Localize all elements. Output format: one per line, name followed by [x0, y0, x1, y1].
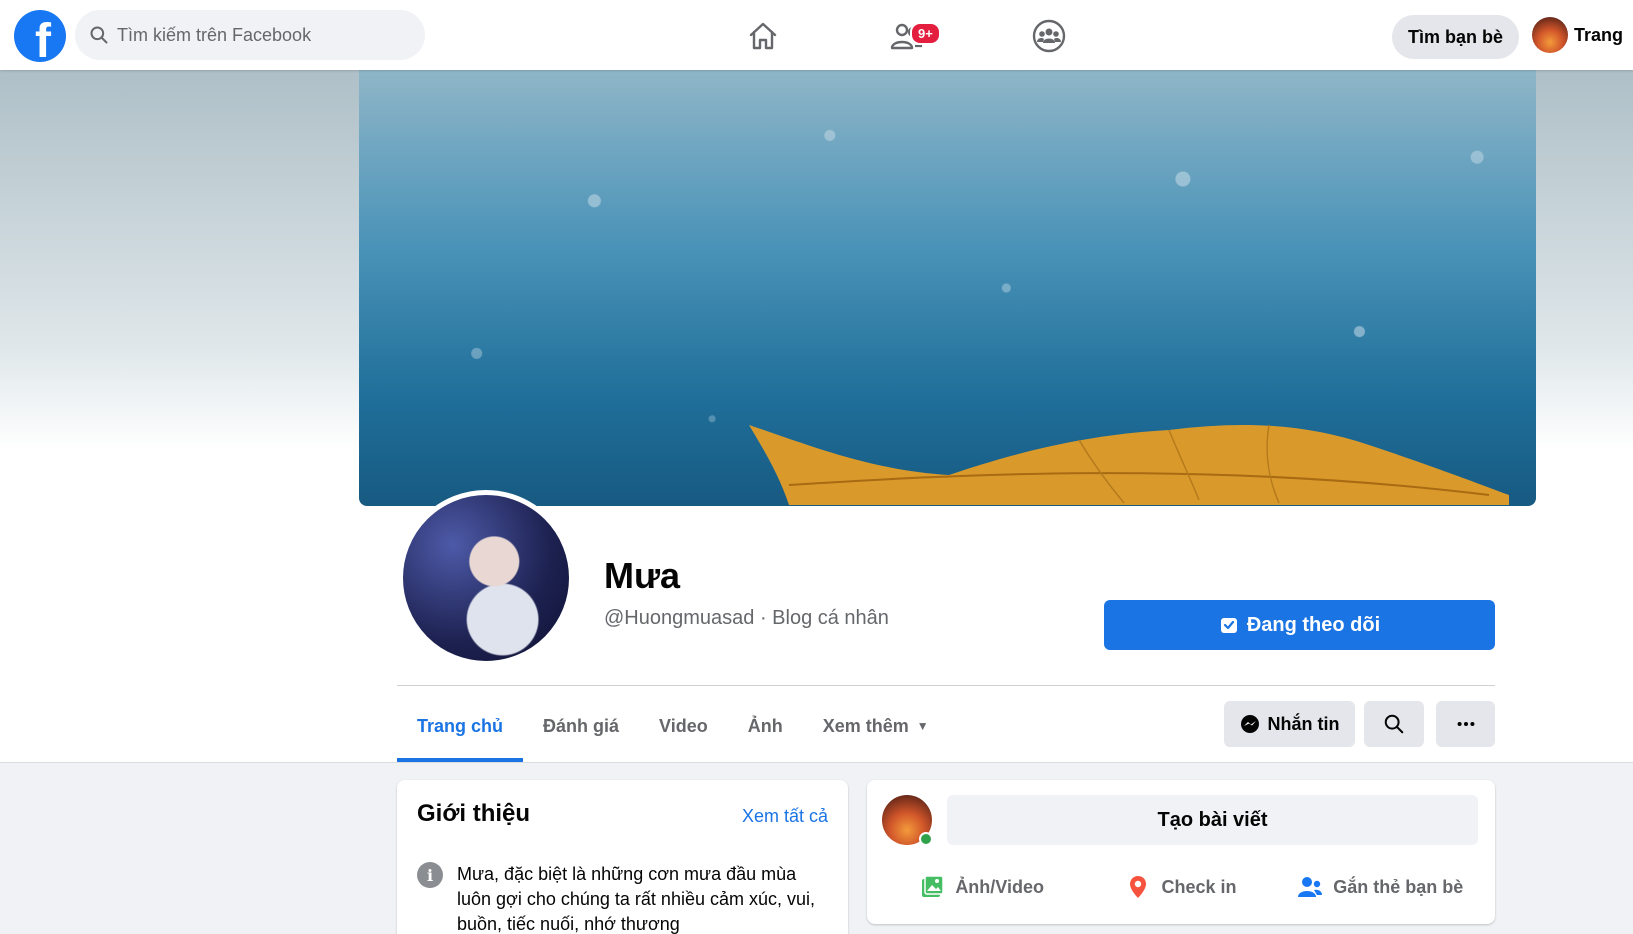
more-dots-icon: [1457, 721, 1474, 727]
user-name: Trang: [1574, 24, 1624, 45]
tab-reviews[interactable]: Đánh giá: [523, 690, 639, 762]
search-icon: [90, 26, 108, 44]
post-composer-card: Tạo bài viết Ảnh/Video Check in Gắn thẻ …: [867, 780, 1495, 924]
profile-tabs: Trang chủ Đánh giá Video Ảnh Xem thêm ▼: [397, 690, 949, 762]
user-profile-chip[interactable]: Trang: [1532, 17, 1623, 53]
tab-video[interactable]: Video: [639, 690, 728, 762]
info-icon: i: [417, 862, 443, 888]
tag-friends-button[interactable]: Gắn thẻ bạn bè: [1281, 862, 1480, 912]
message-button[interactable]: Nhắn tin: [1224, 701, 1355, 747]
photo-video-button[interactable]: Ảnh/Video: [882, 862, 1081, 912]
intro-description: Mưa, đặc biệt là những cơn mưa đầu mùa l…: [457, 864, 816, 934]
header-bottom-border: [0, 762, 1633, 763]
tab-photos[interactable]: Ảnh: [728, 690, 803, 762]
find-friends-button[interactable]: Tìm bạn bè: [1392, 15, 1520, 59]
following-label: Đang theo dõi: [1246, 613, 1381, 636]
friends-nav-button[interactable]: 9+: [884, 14, 941, 58]
tag-friends-icon: [1298, 877, 1323, 897]
tab-more-label: Xem thêm: [822, 715, 909, 736]
check-in-label: Check in: [1161, 876, 1237, 897]
search-icon: [1384, 714, 1404, 734]
intro-card: Giới thiệu Xem tất cả i Mưa, đặc biệt là…: [397, 780, 848, 934]
composer-actions: Ảnh/Video Check in Gắn thẻ bạn bè: [882, 862, 1480, 912]
photo-video-label: Ảnh/Video: [955, 876, 1044, 897]
home-icon: [749, 22, 777, 50]
intro-title: Giới thiệu: [417, 800, 531, 827]
caret-down-icon: ▼: [916, 719, 929, 733]
online-status-dot: [919, 832, 933, 846]
leaf-illustration: [749, 424, 1509, 505]
tab-more[interactable]: Xem thêm ▼: [803, 690, 949, 762]
more-options-button[interactable]: [1436, 701, 1495, 747]
photo-icon: [922, 875, 945, 897]
message-label: Nhắn tin: [1267, 713, 1340, 734]
see-all-link[interactable]: Xem tất cả: [742, 806, 828, 827]
following-button[interactable]: Đang theo dõi: [1104, 600, 1495, 650]
search-box[interactable]: [75, 10, 425, 60]
profile-name: Mưa: [604, 555, 681, 596]
header-divider: [397, 685, 1495, 686]
check-in-button[interactable]: Check in: [1081, 862, 1280, 912]
create-post-button[interactable]: Tạo bài viết: [947, 795, 1478, 845]
cover-photo[interactable]: [359, 70, 1536, 506]
groups-icon: [1032, 19, 1066, 53]
tab-home[interactable]: Trang chủ: [397, 690, 524, 762]
following-check-icon: [1220, 618, 1237, 633]
home-nav-button[interactable]: [741, 14, 785, 58]
avatar: [1532, 17, 1568, 53]
tag-friends-label: Gắn thẻ bạn bè: [1333, 876, 1464, 897]
friends-notification-badge: 9+: [910, 22, 941, 45]
groups-nav-button[interactable]: [1027, 14, 1071, 58]
profile-subtitle: @Huongmuasad · Blog cá nhân: [604, 607, 889, 629]
messenger-icon: [1240, 715, 1259, 733]
profile-avatar[interactable]: [398, 490, 574, 666]
facebook-logo-icon[interactable]: f: [14, 10, 66, 62]
search-input[interactable]: [117, 24, 407, 46]
top-navigation-bar: f 9+ Tìm bạn bè Trang: [0, 0, 1633, 70]
location-pin-icon: [1130, 876, 1147, 898]
search-profile-button[interactable]: [1364, 701, 1424, 747]
